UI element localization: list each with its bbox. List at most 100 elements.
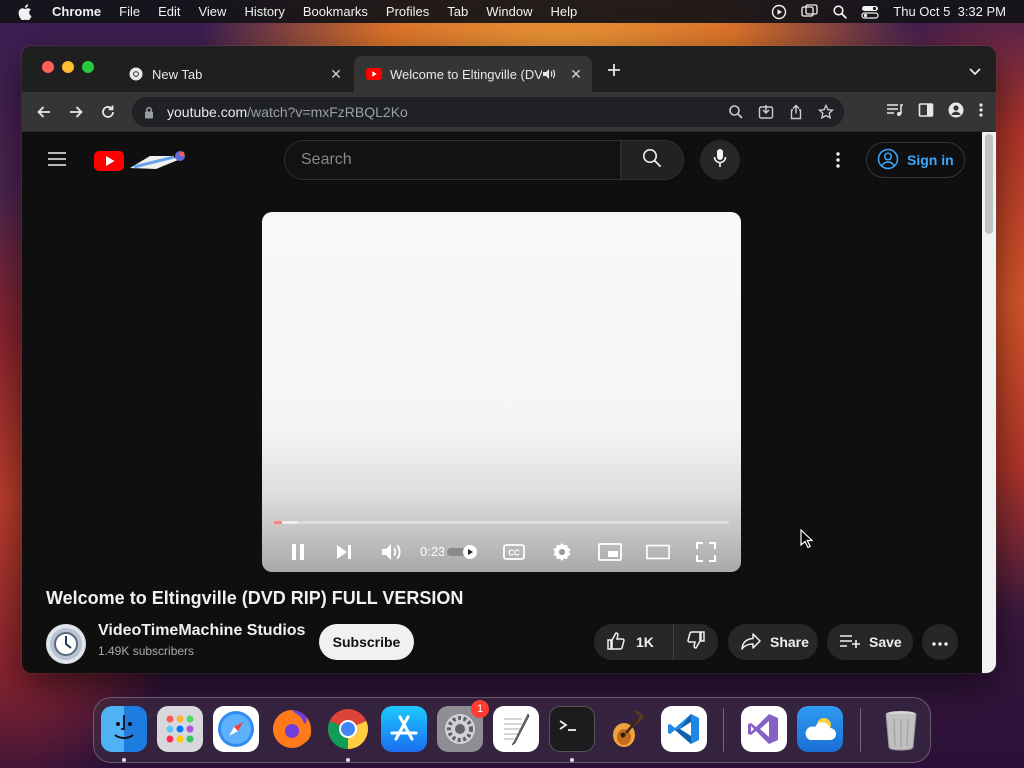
- video-progress-bar[interactable]: [274, 521, 729, 524]
- chrome-icon[interactable]: [325, 706, 371, 752]
- menu-edit[interactable]: Edit: [149, 4, 189, 19]
- svg-text:CC: CC: [508, 549, 520, 558]
- menu-bookmarks[interactable]: Bookmarks: [294, 4, 377, 19]
- tab-youtube[interactable]: Welcome to Eltingville (DV ✕: [354, 56, 592, 92]
- audio-playing-icon[interactable]: [542, 68, 558, 80]
- chrome-icon: [128, 66, 144, 82]
- install-app-icon[interactable]: [758, 104, 774, 123]
- running-indicator: [346, 758, 350, 762]
- account-circle-icon: [877, 148, 899, 173]
- search-button[interactable]: [620, 140, 684, 180]
- menu-view[interactable]: View: [189, 4, 235, 19]
- volume-icon[interactable]: [379, 540, 403, 564]
- minimize-window-button[interactable]: [62, 61, 74, 73]
- textedit-icon[interactable]: [493, 706, 539, 752]
- theater-mode-icon[interactable]: [646, 540, 670, 564]
- zoom-window-button[interactable]: [82, 61, 94, 73]
- menu-bar: Chrome File Edit View History Bookmarks …: [0, 0, 1024, 23]
- save-label: Save: [869, 634, 902, 650]
- fullscreen-icon[interactable]: [694, 540, 718, 564]
- spotlight-search-icon[interactable]: [833, 4, 847, 19]
- running-indicator: [570, 758, 574, 762]
- close-tab-icon[interactable]: ✕: [566, 64, 586, 84]
- menu-window[interactable]: Window: [477, 4, 541, 19]
- sign-in-button[interactable]: Sign in: [866, 142, 965, 178]
- more-actions-button[interactable]: [922, 624, 958, 660]
- close-tab-icon[interactable]: ✕: [326, 64, 346, 84]
- close-window-button[interactable]: [42, 61, 54, 73]
- bookmark-star-icon[interactable]: [817, 103, 835, 123]
- search-placeholder: Search: [301, 151, 352, 168]
- share-page-icon[interactable]: [788, 104, 804, 123]
- firefox-icon[interactable]: [269, 706, 315, 752]
- weather-icon[interactable]: [797, 706, 843, 752]
- menu-history[interactable]: History: [235, 4, 293, 19]
- tab-new-tab[interactable]: New Tab ✕: [116, 56, 352, 92]
- lock-icon[interactable]: [144, 106, 158, 119]
- trash-icon[interactable]: [878, 706, 924, 752]
- safari-icon[interactable]: [213, 706, 259, 752]
- scrollbar-thumb[interactable]: [985, 134, 993, 234]
- search-icon[interactable]: [728, 104, 744, 123]
- youtube-icon: [366, 66, 382, 82]
- app-store-icon[interactable]: [381, 706, 427, 752]
- like-button[interactable]: 1K: [594, 624, 674, 660]
- menu-file[interactable]: File: [110, 4, 149, 19]
- clock[interactable]: Thu Oct 5 3:32 PM: [893, 4, 1006, 19]
- menu-profiles[interactable]: Profiles: [377, 4, 438, 19]
- settings-gear-icon[interactable]: [550, 540, 574, 564]
- screen-mirroring-icon[interactable]: [801, 3, 819, 20]
- menu-tab[interactable]: Tab: [438, 4, 477, 19]
- tab-title: New Tab: [152, 66, 203, 82]
- media-controls-icon[interactable]: [886, 102, 904, 123]
- hamburger-menu-icon[interactable]: [48, 152, 66, 166]
- channel-avatar[interactable]: [46, 624, 86, 664]
- like-count: 1K: [636, 634, 654, 650]
- voice-search-button[interactable]: [700, 140, 740, 180]
- share-arrow-icon: [740, 632, 762, 653]
- dislike-button[interactable]: [676, 624, 716, 660]
- chrome-menu-icon[interactable]: [978, 102, 984, 123]
- settings-more-icon[interactable]: [828, 150, 848, 170]
- menu-app-chrome[interactable]: Chrome: [52, 4, 110, 19]
- garageband-icon[interactable]: [605, 706, 651, 752]
- control-center-icon[interactable]: [861, 5, 879, 19]
- search-icon: [642, 148, 662, 173]
- play-status-icon[interactable]: [771, 4, 787, 20]
- pause-icon[interactable]: [286, 540, 310, 564]
- player-controls: 0:23 CC: [262, 532, 741, 572]
- reload-icon[interactable]: [98, 102, 118, 122]
- launchpad-icon[interactable]: [157, 706, 203, 752]
- more-horizontal-icon: [932, 633, 948, 651]
- terminal-icon[interactable]: [549, 706, 595, 752]
- buffered-bar: [274, 521, 298, 524]
- share-button[interactable]: Share: [728, 624, 818, 660]
- forward-arrow-icon[interactable]: [66, 102, 86, 122]
- browser-toolbar: youtube.com/watch?v=mxFzRBQL2Ko: [22, 92, 996, 132]
- video-player[interactable]: 0:23 CC: [262, 212, 741, 572]
- finder-icon[interactable]: [101, 706, 147, 752]
- new-tab-plus-icon[interactable]: [606, 62, 622, 78]
- miniplayer-icon[interactable]: [598, 540, 622, 564]
- next-video-icon[interactable]: [332, 540, 356, 564]
- profile-icon[interactable]: [948, 102, 964, 123]
- subscribe-button[interactable]: Subscribe: [319, 624, 414, 660]
- window-controls: [42, 61, 94, 73]
- back-arrow-icon[interactable]: [34, 102, 54, 122]
- menu-help[interactable]: Help: [542, 4, 587, 19]
- search-input[interactable]: Search: [284, 140, 621, 180]
- address-bar[interactable]: youtube.com/watch?v=mxFzRBQL2Ko: [132, 97, 844, 127]
- youtube-logo[interactable]: [94, 148, 194, 174]
- channel-name[interactable]: VideoTimeMachine Studios: [98, 622, 305, 640]
- system-settings-icon[interactable]: 1: [437, 700, 489, 752]
- side-panel-icon[interactable]: [918, 102, 934, 123]
- apple-menu-icon[interactable]: [18, 3, 36, 20]
- autoplay-toggle[interactable]: [446, 544, 480, 560]
- page-scrollbar[interactable]: [982, 132, 996, 673]
- tab-search-chevron-icon[interactable]: [968, 64, 982, 82]
- captions-icon[interactable]: CC: [502, 540, 526, 564]
- visual-studio-icon[interactable]: [741, 706, 787, 752]
- vscode-icon[interactable]: [661, 706, 707, 752]
- url-host: youtube.com: [167, 104, 248, 120]
- save-button[interactable]: Save: [827, 624, 913, 660]
